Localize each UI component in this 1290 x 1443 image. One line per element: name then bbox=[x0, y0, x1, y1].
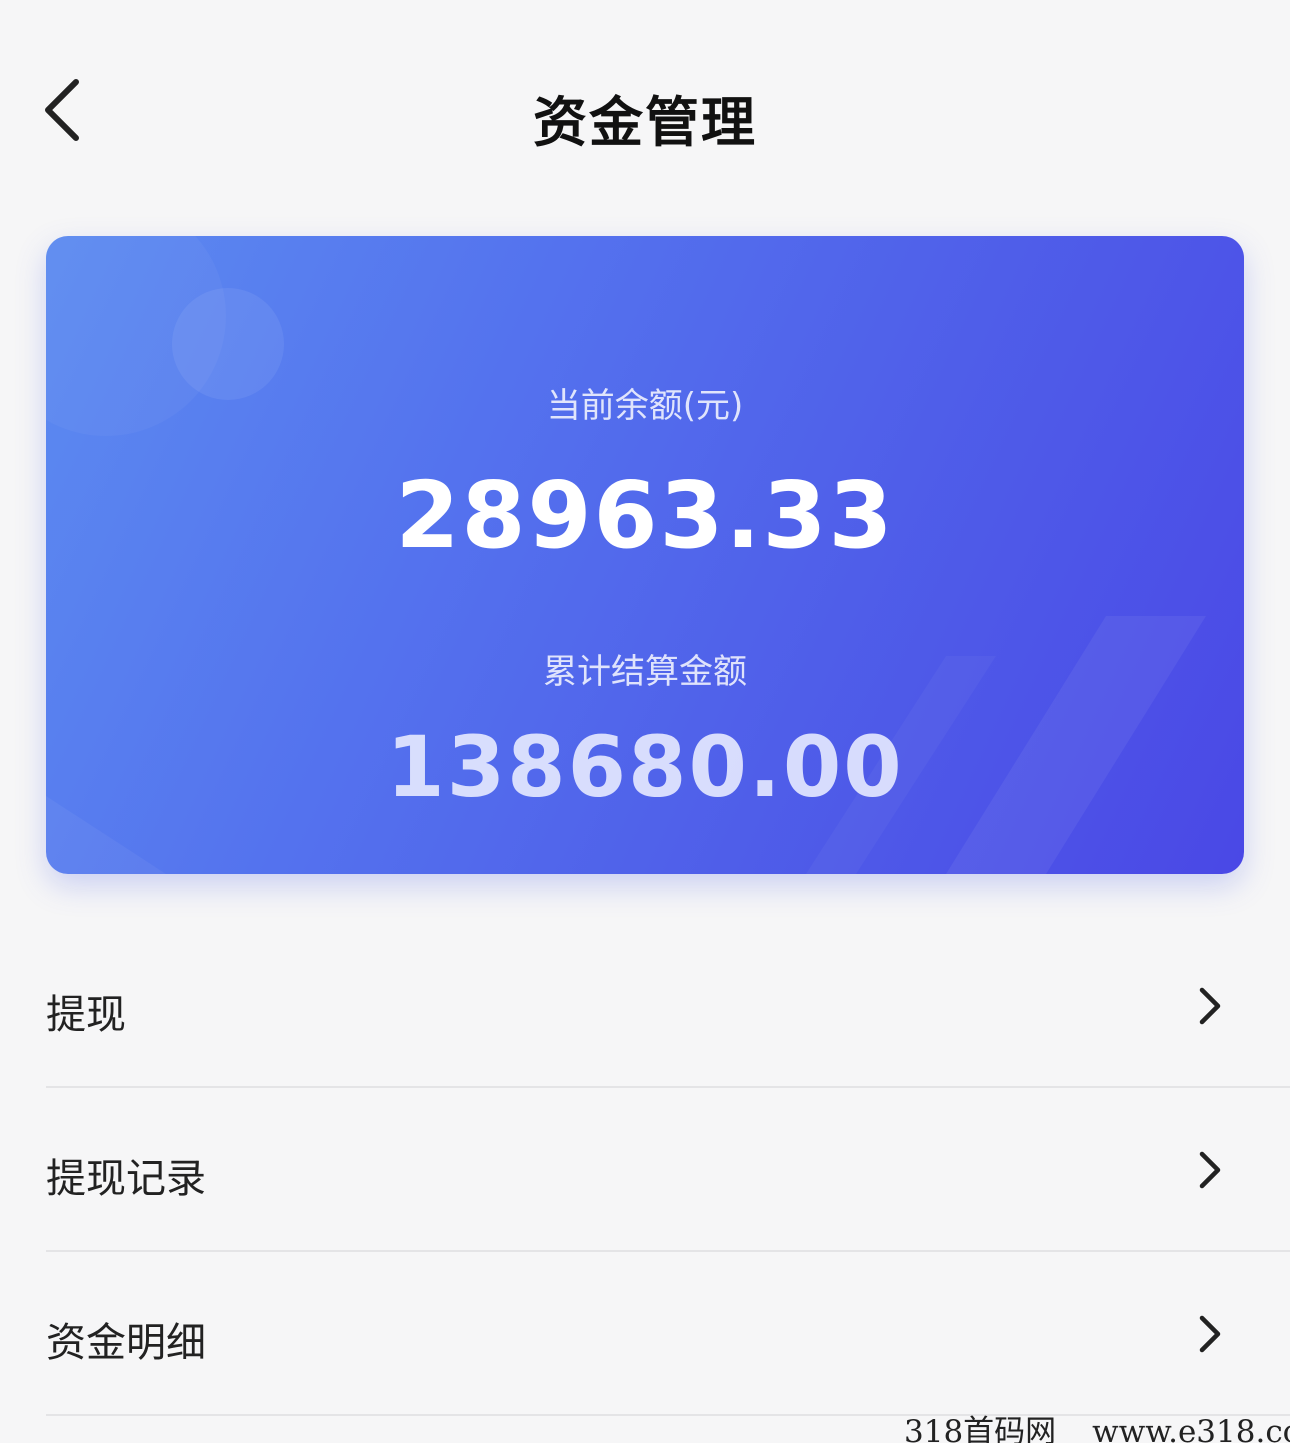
watermark-site-name: 318首码网 bbox=[904, 1414, 1057, 1443]
chevron-right-icon bbox=[1199, 987, 1221, 1025]
watermark: 318首码网 www.e318.com bbox=[904, 1406, 1290, 1443]
current-balance-label: 当前余额(元) bbox=[546, 386, 744, 426]
page-title: 资金管理 bbox=[533, 91, 757, 154]
watermark-url: www.e318.com bbox=[1092, 1414, 1290, 1443]
balance-card: 当前余额(元) 28963.33 累计结算金额 138680.00 bbox=[46, 236, 1244, 874]
menu-item-withdraw[interactable]: 提现 bbox=[0, 924, 1290, 1088]
total-settlement-value: 138680.00 bbox=[386, 718, 904, 816]
chevron-right-icon bbox=[1199, 1315, 1221, 1353]
total-settlement-label: 累计结算金额 bbox=[543, 652, 747, 692]
menu-item-fund-details[interactable]: 资金明细 bbox=[0, 1252, 1290, 1416]
menu-list: 提现 提现记录 资金明细 bbox=[0, 924, 1290, 1416]
current-balance-value: 28963.33 bbox=[395, 462, 895, 569]
card-content: 当前余额(元) 28963.33 累计结算金额 138680.00 bbox=[46, 236, 1244, 874]
menu-item-withdraw-records[interactable]: 提现记录 bbox=[0, 1088, 1290, 1252]
page: 资金管理 当前余额(元) 28963.33 累计结算金额 138680.00 提… bbox=[0, 0, 1290, 1443]
menu-item-label: 资金明细 bbox=[46, 1320, 206, 1366]
menu-item-label: 提现记录 bbox=[46, 1156, 206, 1202]
nav-header: 资金管理 bbox=[0, 40, 1290, 190]
chevron-right-icon bbox=[1199, 1151, 1221, 1189]
menu-item-label: 提现 bbox=[46, 992, 126, 1038]
